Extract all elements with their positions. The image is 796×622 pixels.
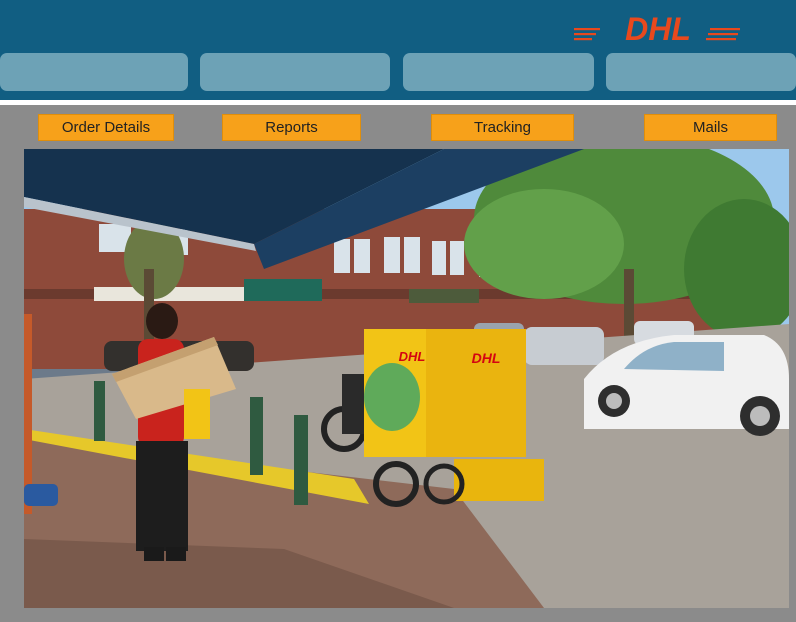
bike-logo-side: DHL xyxy=(399,349,426,364)
green-awning xyxy=(244,279,322,301)
main-panel: Order Details Reports Tracking Mails DHL… xyxy=(0,105,796,622)
logo-wordmark: DHL xyxy=(625,11,691,44)
tracking-button[interactable]: Tracking xyxy=(431,114,574,141)
nav-bar xyxy=(0,53,796,93)
mails-button[interactable]: Mails xyxy=(644,114,777,141)
nav-tab-2[interactable] xyxy=(200,53,390,91)
delivery-scene-illustration: DHL DHL xyxy=(24,149,789,608)
hero-photo: DHL DHL xyxy=(24,149,789,608)
app-header: DHL xyxy=(0,0,796,100)
reports-button[interactable]: Reports xyxy=(222,114,361,141)
order-details-button[interactable]: Order Details xyxy=(38,114,174,141)
shop-sign-2 xyxy=(409,289,479,303)
nav-tab-4[interactable] xyxy=(606,53,796,91)
dhl-logo: DHL xyxy=(574,11,740,44)
bike-logo-rear: DHL xyxy=(472,350,501,366)
nav-tab-3[interactable] xyxy=(403,53,594,91)
nav-tab-1[interactable] xyxy=(0,53,188,91)
